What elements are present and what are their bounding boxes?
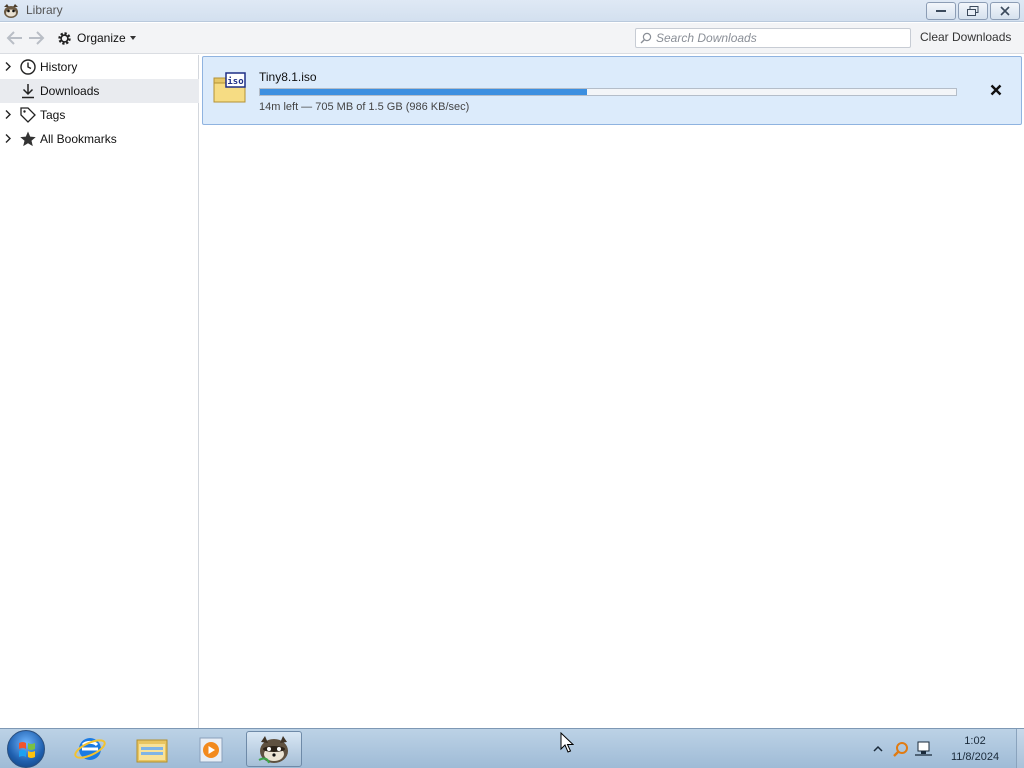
tag-icon bbox=[20, 107, 36, 123]
iso-file-icon: iso bbox=[213, 72, 246, 103]
gear-icon bbox=[58, 31, 71, 45]
sidebar-item-downloads[interactable]: Downloads bbox=[0, 79, 199, 103]
minimize-button[interactable] bbox=[926, 2, 956, 20]
taskbar: 1:02 11/8/2024 bbox=[0, 728, 1024, 768]
close-window-button[interactable] bbox=[990, 2, 1020, 20]
star-icon bbox=[20, 131, 36, 147]
sidebar-item-label: History bbox=[40, 60, 78, 74]
search-icon bbox=[640, 32, 652, 44]
restore-icon bbox=[967, 6, 979, 16]
tray-chevron-up-icon[interactable] bbox=[873, 745, 883, 752]
iso-label: iso bbox=[227, 76, 243, 87]
window-title: Library bbox=[26, 3, 63, 17]
search-input[interactable] bbox=[656, 30, 906, 46]
network-troubleshoot-icon[interactable] bbox=[893, 742, 908, 757]
toolbar: Organize Clear Downloads bbox=[0, 23, 1024, 54]
start-orb-icon[interactable] bbox=[7, 730, 45, 768]
sidebar-item-label: All Bookmarks bbox=[40, 132, 117, 146]
mouse-cursor-icon bbox=[560, 732, 574, 753]
sidebar-item-tags[interactable]: Tags bbox=[0, 103, 199, 127]
download-item[interactable]: iso Tiny8.1.iso 14m left — 705 MB of 1.5… bbox=[202, 56, 1022, 125]
show-desktop-button[interactable] bbox=[1016, 729, 1024, 768]
sidebar-item-all-bookmarks[interactable]: All Bookmarks bbox=[0, 127, 199, 151]
sidebar-item-label: Downloads bbox=[40, 84, 100, 98]
chevron-down-icon bbox=[129, 36, 136, 40]
media-player-icon bbox=[199, 737, 223, 763]
internet-explorer-icon bbox=[74, 738, 106, 760]
download-status: 14m left — 705 MB of 1.5 GB (986 KB/sec) bbox=[259, 101, 470, 113]
windows-logo-icon bbox=[19, 742, 35, 758]
file-explorer-icon bbox=[136, 739, 168, 763]
download-arrow-icon bbox=[22, 84, 34, 99]
back-arrow-icon[interactable] bbox=[5, 29, 25, 47]
chevron-right-icon[interactable] bbox=[5, 62, 11, 71]
network-icon[interactable] bbox=[915, 741, 932, 756]
clear-downloads-button[interactable]: Clear Downloads bbox=[914, 30, 1017, 44]
clock-date: 11/8/2024 bbox=[950, 751, 1000, 763]
close-icon bbox=[1000, 6, 1010, 16]
minimize-icon bbox=[936, 10, 946, 12]
clock-time: 1:02 bbox=[964, 735, 986, 747]
chevron-right-icon[interactable] bbox=[5, 134, 11, 143]
clock-icon bbox=[20, 59, 36, 75]
taskbar-file-explorer[interactable] bbox=[123, 731, 179, 767]
sidebar: History Downloads Tags All Bookmarks bbox=[0, 55, 199, 728]
chevron-right-icon[interactable] bbox=[5, 110, 11, 119]
sidebar-item-history[interactable]: History bbox=[0, 55, 199, 79]
taskbar-media-player[interactable] bbox=[184, 731, 240, 767]
organize-menu-button[interactable]: Organize bbox=[56, 28, 136, 48]
download-progress-bar bbox=[259, 88, 957, 96]
download-file-name: Tiny8.1.iso bbox=[259, 70, 317, 84]
title-bar: Library bbox=[0, 0, 1024, 22]
app-icon bbox=[4, 4, 18, 18]
taskbar-clock[interactable]: 1:02 11/8/2024 bbox=[940, 733, 1010, 765]
download-progress-fill bbox=[260, 89, 588, 95]
organize-label: Organize bbox=[77, 31, 126, 45]
firefox-library-icon bbox=[258, 736, 288, 764]
sidebar-item-label: Tags bbox=[40, 108, 66, 122]
downloads-list: iso Tiny8.1.iso 14m left — 705 MB of 1.5… bbox=[200, 55, 1024, 728]
cancel-download-icon[interactable] bbox=[989, 83, 1003, 97]
forward-arrow-icon[interactable] bbox=[26, 29, 46, 47]
taskbar-internet-explorer[interactable] bbox=[62, 731, 118, 767]
search-box[interactable] bbox=[635, 28, 911, 48]
restore-button[interactable] bbox=[958, 2, 988, 20]
taskbar-firefox-library[interactable] bbox=[246, 731, 302, 767]
